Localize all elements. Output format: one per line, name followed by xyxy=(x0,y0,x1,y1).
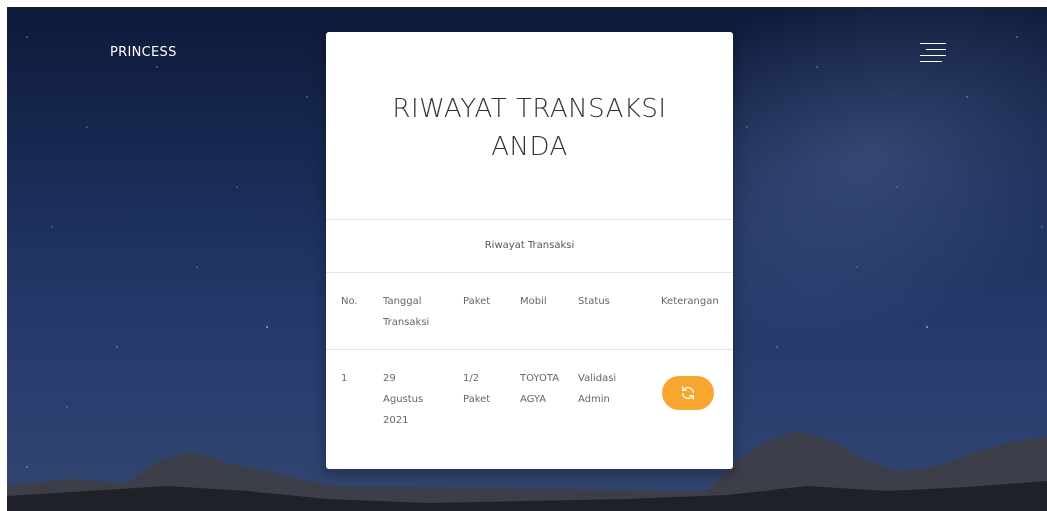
cell-mobil: TOYOTA AGYA xyxy=(520,368,575,410)
cell-tanggal: 29 Agustus 2021 xyxy=(383,368,443,431)
transaction-card: RIWAYAT TRANSAKSI ANDA Riwayat Transaksi… xyxy=(326,32,733,469)
cell-tanggal-day: 29 xyxy=(383,373,396,384)
brand-logo[interactable]: PRINCESS xyxy=(110,45,177,60)
table-row: 1 29 Agustus 2021 1/2 Paket TOYOTA AGYA … xyxy=(326,350,733,460)
cell-no: 1 xyxy=(341,373,348,384)
hamburger-menu-icon[interactable] xyxy=(920,41,946,65)
table-header-row: No. Tanggal Transaksi Paket Mobil Status… xyxy=(326,273,733,350)
table-caption: Riwayat Transaksi xyxy=(326,220,733,273)
cell-tanggal-month: Agustus xyxy=(383,394,424,405)
cell-status-line-2: Admin xyxy=(578,394,610,405)
refresh-button[interactable] xyxy=(662,376,714,410)
cell-mobil-line-1: TOYOTA xyxy=(520,373,560,384)
refresh-icon xyxy=(682,386,694,400)
header-status: Status xyxy=(578,296,610,307)
page-title-line-1: RIWAYAT TRANSAKSI xyxy=(392,94,667,124)
cell-status: Validasi Admin xyxy=(578,368,633,410)
card-header: RIWAYAT TRANSAKSI ANDA xyxy=(326,32,733,220)
cell-paket-line-1: 1/2 xyxy=(463,373,480,384)
cell-paket: 1/2 Paket xyxy=(463,368,513,410)
header-keterangan: Keterangan xyxy=(661,296,719,307)
header-no: No. xyxy=(341,296,358,307)
cell-mobil-line-2: AGYA xyxy=(520,394,547,405)
header-tanggal-line-1: Tanggal xyxy=(383,296,422,307)
page-title-line-2: ANDA xyxy=(491,132,568,162)
cell-tanggal-year: 2021 xyxy=(383,415,409,426)
header-mobil: Mobil xyxy=(520,296,547,307)
header-tanggal-line-2: Transaksi xyxy=(383,317,430,328)
header-paket: Paket xyxy=(463,296,491,307)
header-tanggal: Tanggal Transaksi xyxy=(383,291,443,333)
cell-paket-line-2: Paket xyxy=(463,394,491,405)
page-background: PRINCESS RIWAYAT TRANSAKSI ANDA Riwayat … xyxy=(7,7,1047,511)
page-title: RIWAYAT TRANSAKSI ANDA xyxy=(326,90,733,166)
cell-status-line-1: Validasi xyxy=(578,373,617,384)
